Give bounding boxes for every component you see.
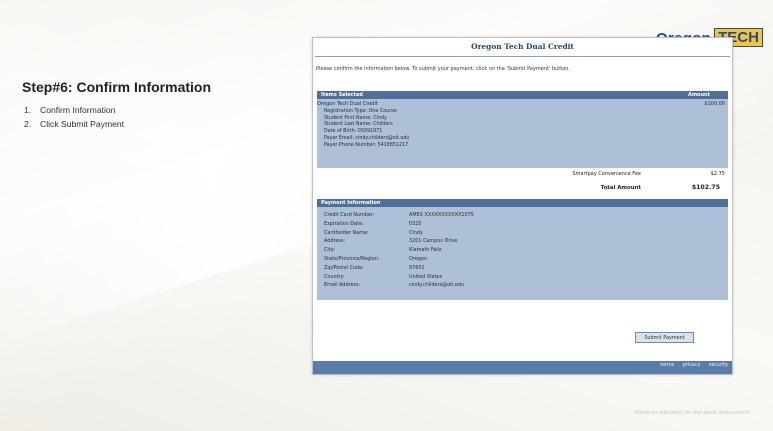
payment-row: City: Klamath Falls bbox=[317, 246, 728, 255]
tagline: Hands-on education for real-world achiev… bbox=[634, 411, 751, 416]
item-details: Registration Type: One Course Student Fi… bbox=[317, 109, 728, 149]
panel-title: Oregon Tech Dual Credit bbox=[471, 42, 574, 51]
payment-label: Cardholder Name: bbox=[324, 229, 369, 236]
item-row: Oregon Tech Dual Credit $100.00 bbox=[317, 99, 728, 109]
item-amount: $100.00 bbox=[704, 101, 725, 107]
payment-value: Klamath Falls bbox=[409, 247, 442, 254]
payment-row: Country: United States bbox=[317, 273, 728, 282]
payment-value: cindy.childers@oit.edu bbox=[409, 282, 465, 289]
payment-label: Country: bbox=[324, 273, 345, 280]
fee-label: Smartpay Convenience Fee bbox=[572, 171, 641, 177]
payment-row: State/Province/Region: Oregon bbox=[317, 255, 728, 264]
total-value: $102.75 bbox=[691, 184, 720, 191]
payment-confirmation-panel: Oregon Tech Dual Credit Please confirm t… bbox=[312, 37, 733, 375]
divider bbox=[315, 56, 730, 57]
payment-label: Email Address: bbox=[324, 282, 361, 289]
payment-value: 0325 bbox=[409, 220, 422, 227]
total-label: Total Amount bbox=[600, 185, 641, 191]
payment-row: Cardholder Name: Cindy bbox=[317, 229, 728, 238]
privacy-link[interactable]: privacy bbox=[683, 363, 701, 368]
terms-link[interactable]: terms bbox=[660, 363, 674, 368]
detail-line: Payer Email: cindy.childers@oit.edu bbox=[324, 135, 410, 141]
payment-label: Address: bbox=[324, 238, 346, 245]
payment-value: Cindy bbox=[409, 229, 423, 236]
items-header-label: Items Selected bbox=[321, 92, 363, 98]
payment-row: Address: 3201 Campus Drive bbox=[317, 237, 728, 246]
footer-links: terms privacy security bbox=[653, 363, 728, 368]
detail-line: Date of Birth: 05091971 bbox=[324, 129, 383, 135]
payment-label: State/Province/Region: bbox=[324, 255, 380, 262]
payment-information-box: Payment Information Credit Card Number: A… bbox=[317, 199, 728, 300]
instructions-text: Please confirm the information below. To… bbox=[316, 66, 571, 72]
footer-bar: terms privacy security bbox=[313, 361, 732, 374]
step-text: Click Submit Payment bbox=[40, 119, 125, 129]
total-amount-row: Total Amount $102.75 bbox=[317, 183, 728, 195]
submit-payment-button[interactable]: Submit Payment bbox=[635, 332, 694, 343]
detail-line: Student Last Name: Childers bbox=[324, 122, 393, 128]
amount-header-label: Amount bbox=[687, 92, 710, 98]
step-number: 2. bbox=[24, 119, 32, 129]
payment-label: Credit Card Number: bbox=[324, 212, 375, 218]
items-selected-header: Items Selected Amount bbox=[317, 91, 728, 99]
payment-value: United States bbox=[409, 273, 443, 280]
payment-label: Zip/Postal Code: bbox=[324, 264, 364, 271]
payment-value: AMEX XXXXXXXXXXX1075 bbox=[409, 212, 474, 218]
payment-row: Expiration Date: 0325 bbox=[317, 220, 728, 229]
payment-row: Email Address: cindy.childers@oit.edu bbox=[317, 281, 728, 290]
payment-value: 97601 bbox=[409, 264, 425, 271]
payment-value: 3201 Campus Drive bbox=[409, 238, 458, 245]
item-name: Oregon Tech Dual Credit bbox=[317, 101, 378, 107]
detail-line: Registration Type: One Course bbox=[324, 109, 397, 114]
detail-line: Payer Phone Number: 5418851217 bbox=[324, 142, 409, 148]
payment-information-header: Payment Information bbox=[317, 199, 728, 207]
step-item: 1. Confirm Information bbox=[24, 103, 124, 117]
step-list: 1. Confirm Information 2. Click Submit Pay… bbox=[24, 103, 124, 131]
step-item: 2. Click Submit Payment bbox=[24, 117, 124, 131]
step-number: 1. bbox=[24, 105, 32, 115]
security-link[interactable]: security bbox=[709, 363, 728, 368]
payment-value: Oregon bbox=[409, 255, 427, 262]
payment-row: Credit Card Number: AMEX XXXXXXXXXXX1075 bbox=[317, 211, 728, 220]
convenience-fee-row: Smartpay Convenience Fee $2.75 bbox=[317, 167, 728, 181]
payment-label: Expiration Date: bbox=[324, 220, 364, 227]
payment-row: Zip/Postal Code: 97601 bbox=[317, 264, 728, 273]
payment-label: City: bbox=[324, 247, 335, 254]
step-title: Step#6: Confirm Information bbox=[22, 79, 212, 95]
step-text: Confirm Information bbox=[40, 105, 116, 115]
fee-value: $2.75 bbox=[710, 171, 725, 177]
